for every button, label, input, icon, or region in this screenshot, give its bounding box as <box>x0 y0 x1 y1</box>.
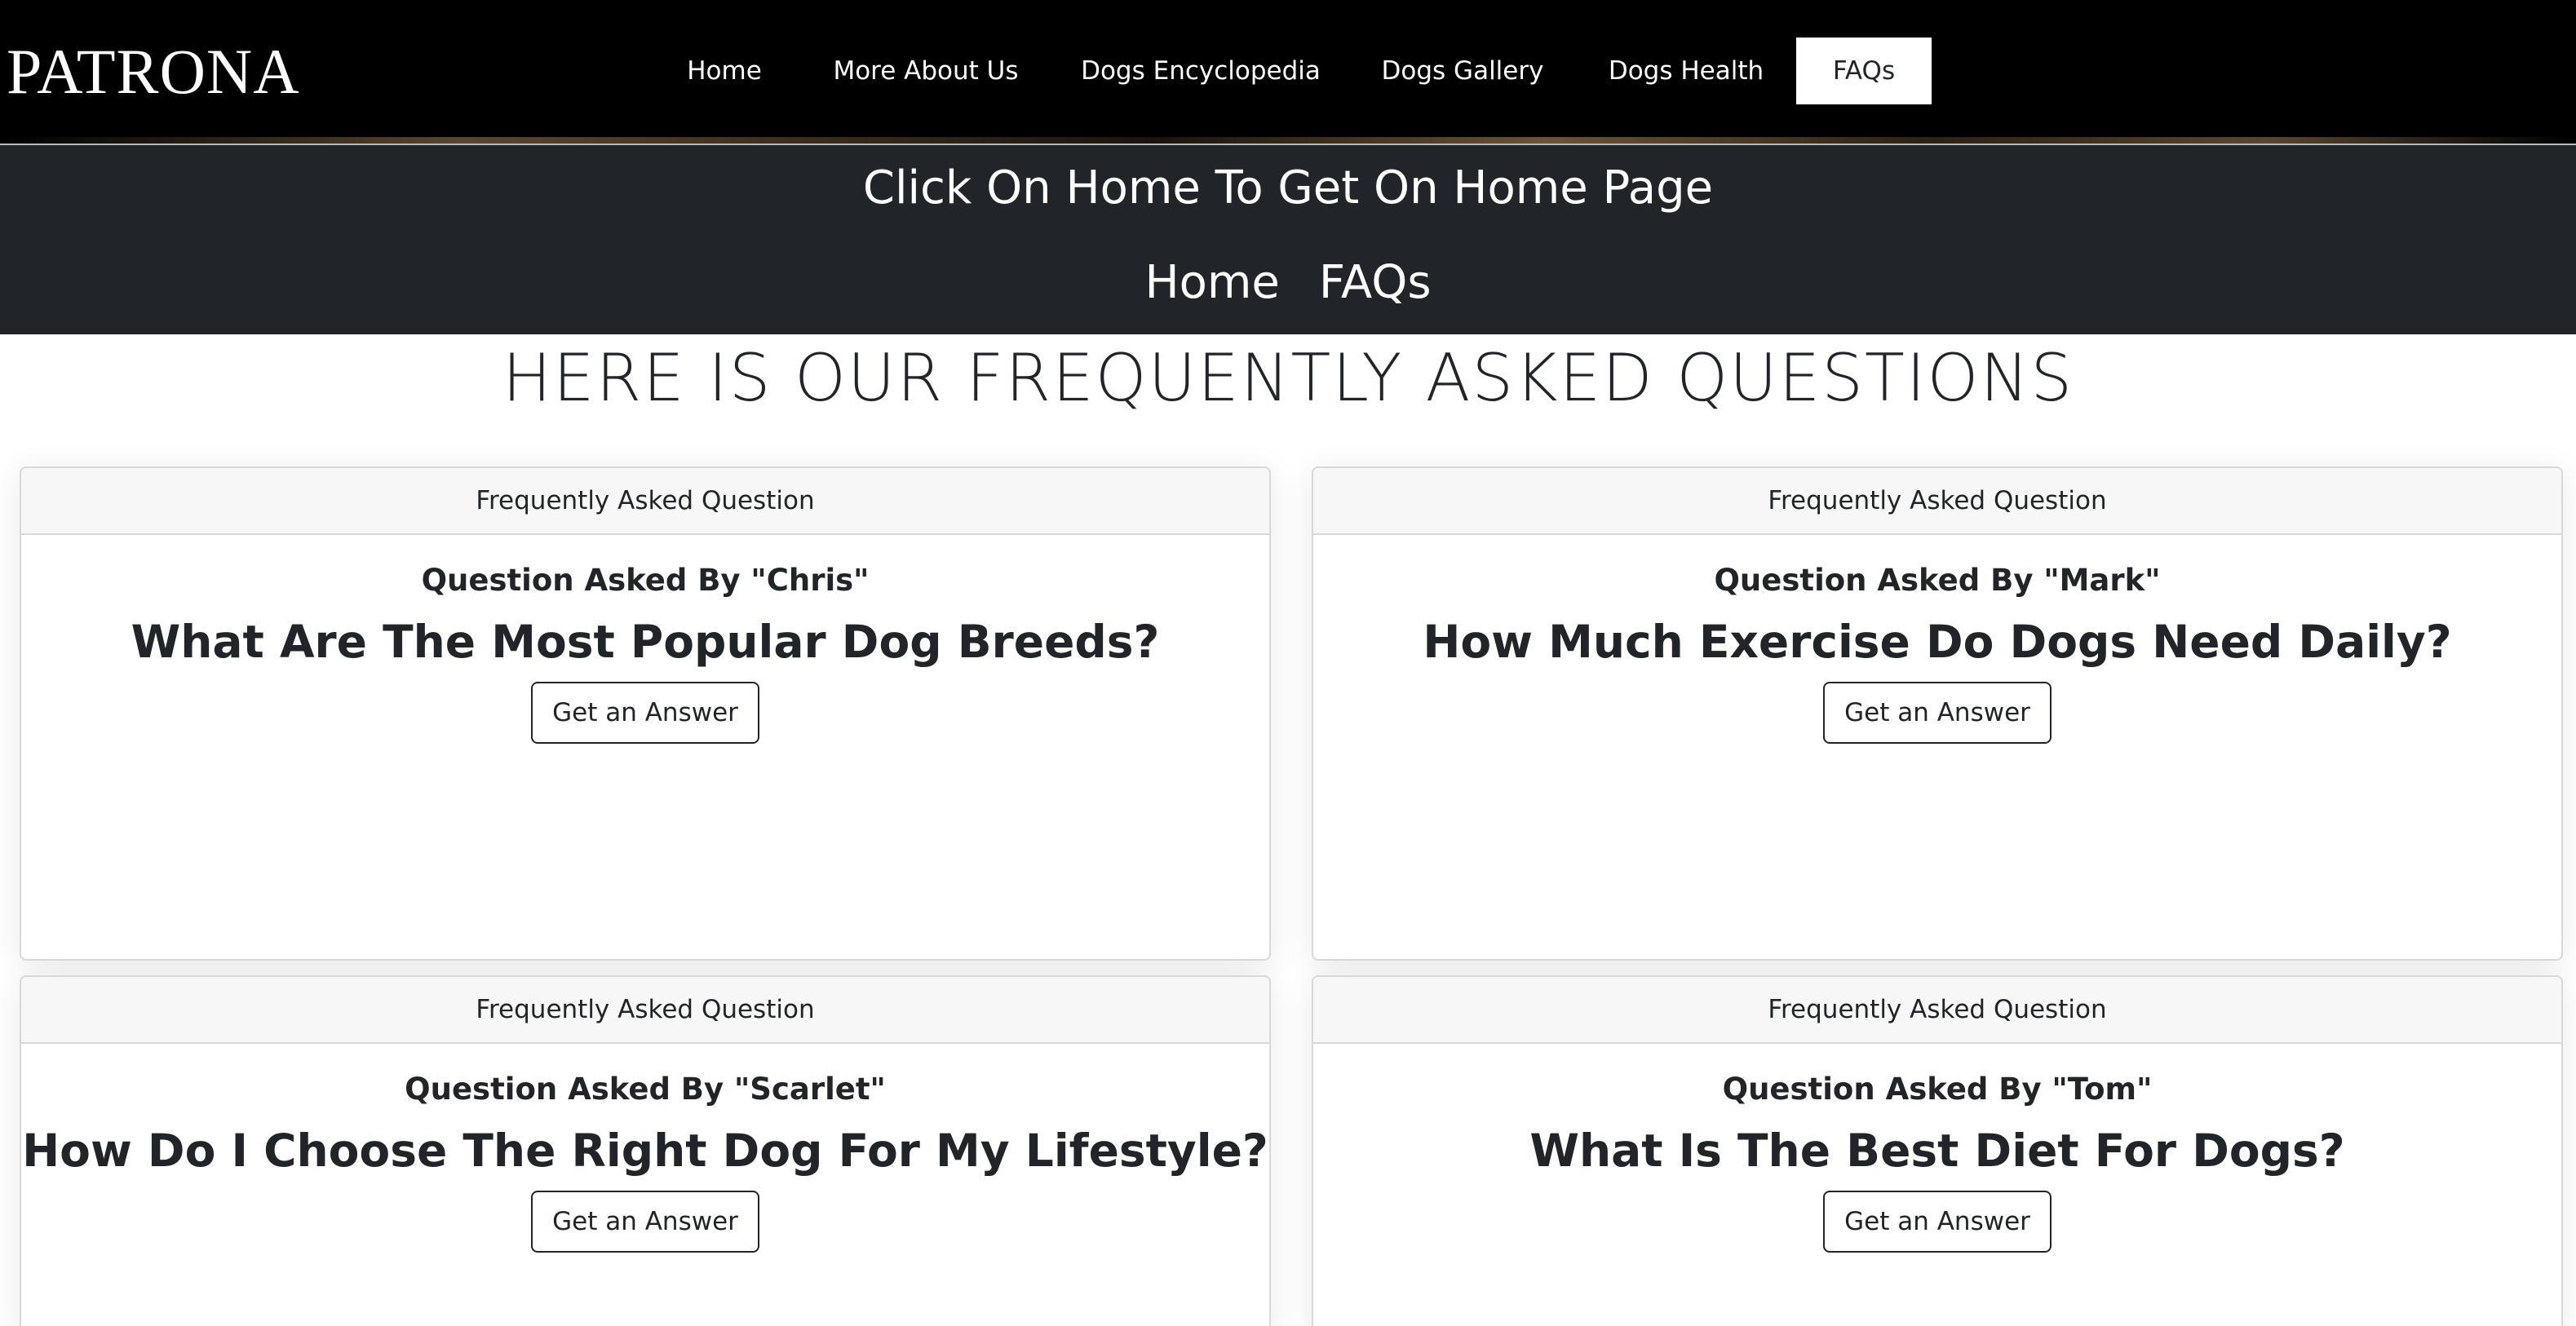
top-navbar: PATRONA Home More About Us Dogs Encyclop… <box>0 0 2576 144</box>
faq-card: Frequently Asked Question Question Asked… <box>20 466 1271 961</box>
get-answer-button[interactable]: Get an Answer <box>531 1191 759 1253</box>
faq-question: What Is The Best Diet For Dogs? <box>1529 1125 2345 1177</box>
faq-asker: Question Asked By "Scarlet" <box>405 1072 886 1107</box>
nav-more-about-us[interactable]: More About Us <box>819 38 1033 104</box>
faq-card-header: Frequently Asked Question <box>21 468 1269 535</box>
nav-dogs-health[interactable]: Dogs Health <box>1596 38 1777 104</box>
faq-asker: Question Asked By "Tom" <box>1722 1072 2153 1107</box>
nav-dogs-encyclopedia[interactable]: Dogs Encyclopedia <box>1072 38 1330 104</box>
faq-question: What Are The Most Popular Dog Breeds? <box>131 616 1160 668</box>
navbar-bottom-glow <box>0 137 2576 144</box>
page-title: HERE IS OUR FREQUENTLY ASKED QUESTIONS <box>502 340 2074 416</box>
faq-card: Frequently Asked Question Question Asked… <box>1312 975 2563 1326</box>
faq-question: How Much Exercise Do Dogs Need Daily? <box>1423 616 2452 668</box>
faq-question: How Do I Choose The Right Dog For My Lif… <box>22 1125 1268 1177</box>
get-answer-button[interactable]: Get an Answer <box>531 682 759 744</box>
nav-dogs-gallery[interactable]: Dogs Gallery <box>1369 38 1556 104</box>
faq-asker: Question Asked By "Chris" <box>421 563 870 598</box>
get-answer-button[interactable]: Get an Answer <box>1823 682 2052 744</box>
breadcrumb-faqs-link[interactable]: FAQs <box>1319 256 1432 309</box>
nav-faqs[interactable]: FAQs <box>1796 38 1932 104</box>
faq-card: Frequently Asked Question Question Asked… <box>20 975 1271 1326</box>
faq-card-header: Frequently Asked Question <box>21 977 1269 1044</box>
faq-card-header: Frequently Asked Question <box>1313 977 2561 1044</box>
breadcrumb-band: Click On Home To Get On Home Page Home FA… <box>0 144 2576 334</box>
breadcrumb: Home FAQs <box>0 246 2576 320</box>
faq-asker: Question Asked By "Mark" <box>1714 563 2161 598</box>
nav-menu: Home More About Us Dogs Encyclopedia Dog… <box>0 38 2576 104</box>
faq-card-header: Frequently Asked Question <box>1313 468 2561 535</box>
breadcrumb-title: Click On Home To Get On Home Page <box>862 161 1714 214</box>
get-answer-button[interactable]: Get an Answer <box>1823 1191 2052 1253</box>
faq-card: Frequently Asked Question Question Asked… <box>1312 466 2563 961</box>
breadcrumb-home-link[interactable]: Home <box>1144 256 1279 309</box>
nav-home[interactable]: Home <box>669 38 780 104</box>
